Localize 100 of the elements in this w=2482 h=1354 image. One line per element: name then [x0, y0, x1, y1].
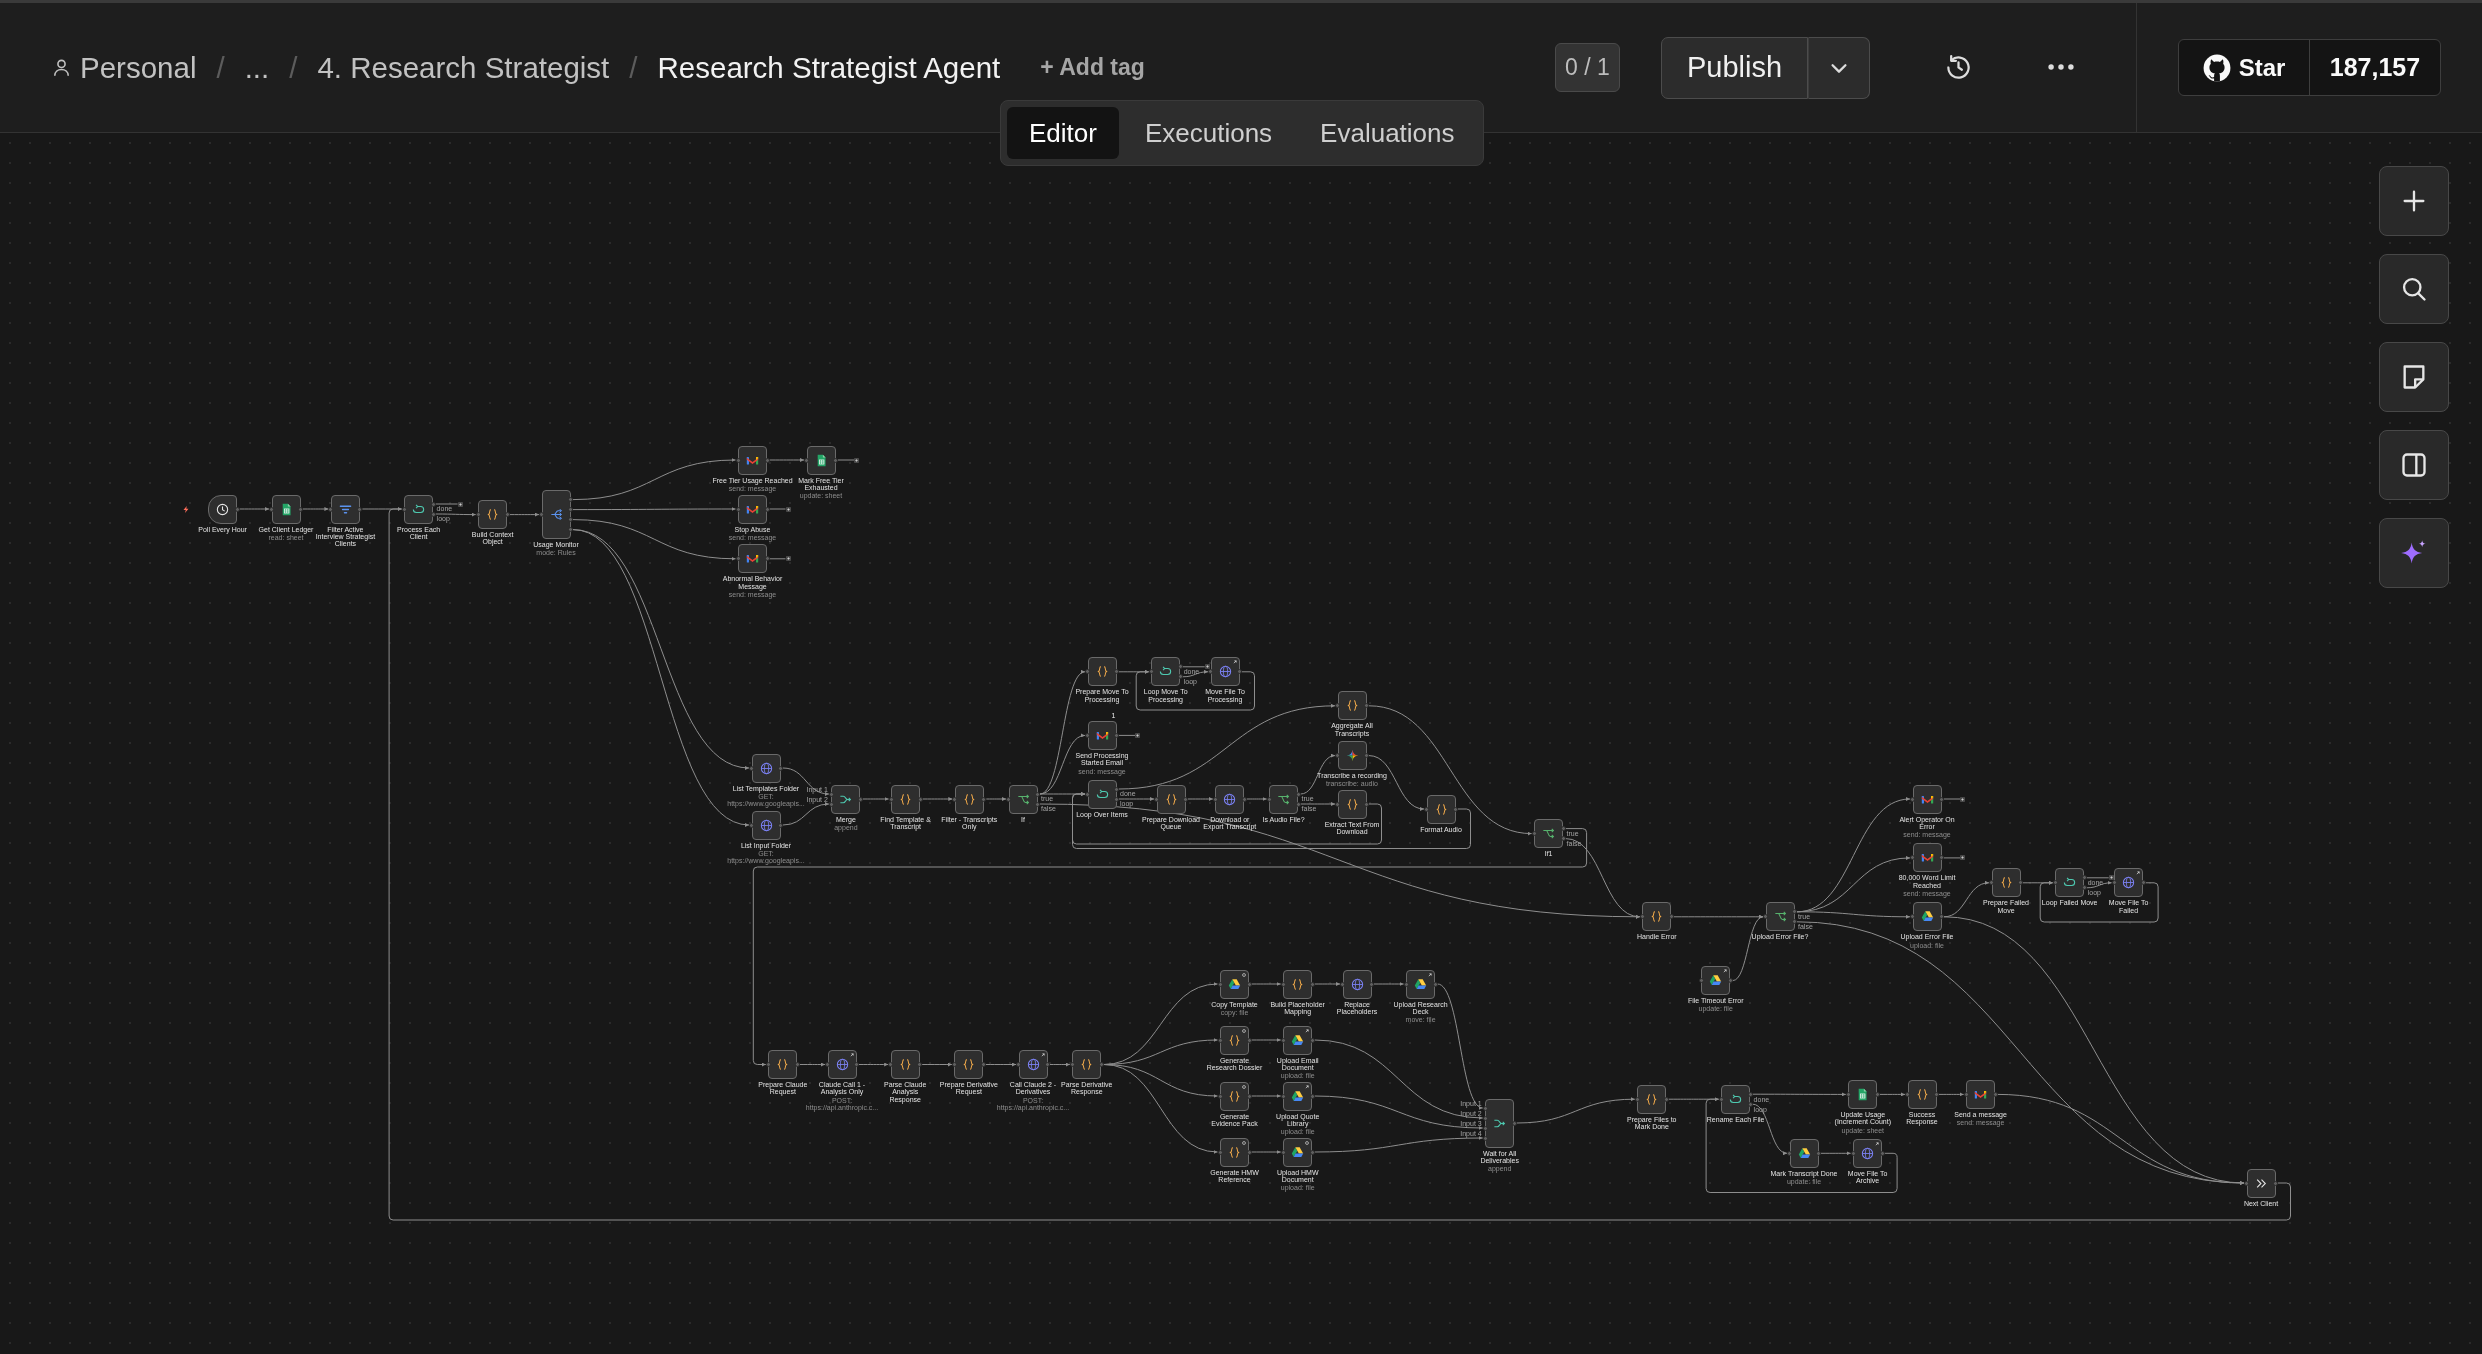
- port-handle[interactable]: [833, 457, 838, 463]
- connection-line[interactable]: [435, 512, 477, 517]
- port-handle[interactable]: [1424, 806, 1429, 812]
- port-handle[interactable]: [357, 506, 363, 512]
- workflow-node[interactable]: [738, 494, 767, 524]
- port-handle[interactable]: [1453, 806, 1458, 812]
- workflow-node[interactable]: [1912, 784, 1942, 814]
- workflow-node[interactable]: [1018, 1050, 1048, 1079]
- workflow-node[interactable]: [1534, 819, 1564, 849]
- plus-icon[interactable]: [1960, 796, 1965, 802]
- workflow-node[interactable]: [1966, 1079, 1996, 1109]
- port-handle[interactable]: [1364, 801, 1369, 807]
- workflow-node[interactable]: [1853, 1138, 1883, 1168]
- port-handle[interactable]: [1816, 1150, 1821, 1156]
- port-handle[interactable]: [2140, 880, 2146, 886]
- workflow-node[interactable]: [2055, 868, 2085, 898]
- connection-line[interactable]: [1796, 911, 1911, 919]
- connection-line[interactable]: [1314, 1136, 1484, 1153]
- workflow-node[interactable]: [271, 494, 301, 524]
- port-handle[interactable]: [1266, 796, 1272, 802]
- connection-line[interactable]: [1135, 669, 1255, 711]
- workflow-title[interactable]: Research Strategist Agent: [657, 50, 1001, 85]
- connection-line[interactable]: [1251, 1094, 1282, 1098]
- port-handle[interactable]: [1217, 1093, 1223, 1099]
- port-handle[interactable]: [1787, 1150, 1792, 1156]
- workflow-node[interactable]: [2246, 1168, 2276, 1198]
- connection-line[interactable]: [1938, 1092, 1965, 1097]
- connection-line[interactable]: [1705, 1097, 1898, 1193]
- port-handle[interactable]: [1934, 1091, 1939, 1097]
- workflow-node[interactable]: [1008, 784, 1038, 814]
- workflow-node[interactable]: [2114, 868, 2144, 898]
- port-handle[interactable]: [1217, 1037, 1223, 1043]
- port-handle[interactable]: [1874, 1091, 1880, 1097]
- port-handle[interactable]: [1668, 914, 1674, 920]
- plus-icon[interactable]: [1960, 855, 1965, 861]
- port-handle[interactable]: [765, 1062, 771, 1067]
- connection-line[interactable]: [1373, 982, 1405, 986]
- port-handle[interactable]: [1069, 1062, 1075, 1067]
- workflow-node[interactable]: [1283, 1081, 1313, 1111]
- breadcrumb-link[interactable]: 4. Research Strategist: [317, 50, 610, 85]
- zoom-in-button[interactable]: [2379, 166, 2449, 236]
- port-handle[interactable]: [1006, 796, 1011, 802]
- workflow-node[interactable]: [1283, 969, 1313, 999]
- port-handle[interactable]: [764, 457, 770, 463]
- workflow-node[interactable]: [891, 784, 921, 814]
- port-handle[interactable]: [1727, 978, 1733, 984]
- port-handle[interactable]: [539, 512, 544, 518]
- workflow-node[interactable]: [1991, 868, 2021, 898]
- plus-icon[interactable]: [785, 556, 791, 562]
- workflow-node[interactable]: [1087, 657, 1117, 687]
- workflow-node[interactable]: [1342, 969, 1372, 999]
- plus-icon[interactable]: [2108, 875, 2114, 881]
- port-handle[interactable]: [778, 765, 783, 771]
- port-handle[interactable]: [1098, 1062, 1104, 1067]
- workflow-node[interactable]: [768, 1050, 798, 1079]
- connection-line[interactable]: [1182, 669, 1209, 678]
- workflow-node[interactable]: [478, 500, 508, 530]
- connection-line[interactable]: [2086, 880, 2113, 889]
- workflow-node[interactable]: [827, 1050, 857, 1079]
- workflow-node[interactable]: [404, 494, 434, 524]
- port-handle[interactable]: [1309, 1037, 1315, 1043]
- port-handle[interactable]: [1114, 669, 1119, 675]
- port-handle[interactable]: [1280, 1037, 1286, 1043]
- add-tag-link[interactable]: + Add tag: [1040, 54, 1145, 81]
- workflow-node[interactable]: [954, 784, 984, 814]
- port-handle[interactable]: [1335, 703, 1340, 709]
- port-handle[interactable]: [1045, 1062, 1050, 1067]
- port-handle[interactable]: [475, 512, 481, 518]
- port-handle[interactable]: [778, 822, 783, 828]
- connection-line[interactable]: [985, 797, 1007, 801]
- connection-line[interactable]: [302, 507, 329, 511]
- breadcrumb-link[interactable]: Personal: [52, 50, 197, 85]
- breadcrumb-more-link[interactable]: ...: [244, 50, 270, 85]
- port-handle[interactable]: [1432, 981, 1438, 987]
- workflow-node[interactable]: [1337, 741, 1367, 771]
- port-handle[interactable]: [2244, 1180, 2249, 1186]
- star-count[interactable]: 187,157: [2310, 40, 2440, 95]
- port-handle[interactable]: [764, 506, 770, 512]
- port-handle[interactable]: [1183, 796, 1188, 802]
- port-handle[interactable]: [1364, 703, 1369, 709]
- port-handle[interactable]: [401, 506, 407, 512]
- panel-toggle-button[interactable]: [2379, 430, 2449, 500]
- connection-line[interactable]: [1049, 1062, 1071, 1067]
- workflow-node[interactable]: [738, 445, 767, 475]
- port-handle[interactable]: [1910, 855, 1915, 861]
- view-tab[interactable]: Executions: [1122, 107, 1295, 159]
- port-handle[interactable]: [764, 556, 770, 562]
- workflow-node[interactable]: [1220, 1137, 1249, 1167]
- connection-line[interactable]: [858, 1062, 889, 1067]
- workflow-node[interactable]: [1156, 784, 1186, 814]
- plus-icon[interactable]: [1204, 664, 1210, 670]
- port-handle[interactable]: [1085, 732, 1090, 738]
- connection-line[interactable]: [1118, 797, 1155, 801]
- port-handle[interactable]: [1148, 669, 1154, 675]
- port-handle[interactable]: [234, 506, 240, 512]
- port-handle[interactable]: [917, 796, 923, 802]
- connection-line[interactable]: [985, 1062, 1017, 1067]
- port-handle[interactable]: [749, 765, 754, 771]
- workflow-node[interactable]: [890, 1050, 920, 1079]
- port-handle[interactable]: [1335, 801, 1340, 807]
